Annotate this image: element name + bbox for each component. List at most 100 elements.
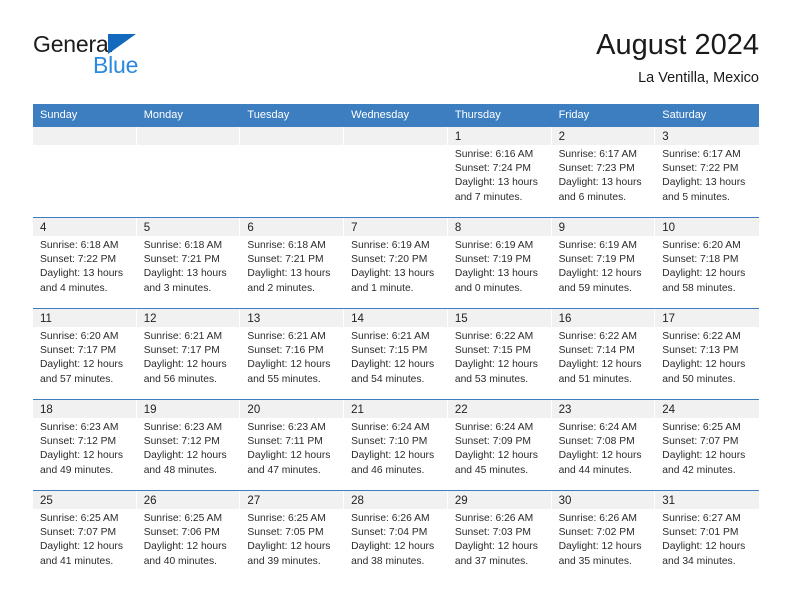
day-cell[interactable]: 3 Sunrise: 6:17 AM Sunset: 7:22 PM Daylight… <box>655 127 759 217</box>
sunrise-text: Sunrise: 6:21 AM <box>143 331 223 342</box>
daylight-text: Daylight: 12 hours and 34 minutes. <box>662 541 746 567</box>
page-title: August 2024 <box>596 29 759 61</box>
daylight-text: Daylight: 12 hours and 51 minutes. <box>558 359 642 385</box>
sunrise-text: Sunrise: 6:23 AM <box>40 422 119 433</box>
sunrise-text: Sunrise: 6:24 AM <box>558 422 637 433</box>
day-cell[interactable]: 6 Sunrise: 6:18 AM Sunset: 7:21 PM Daylight… <box>240 218 345 308</box>
day-cell[interactable]: 19 Sunrise: 6:23 AM Sunset: 7:12 PM Dayligh… <box>136 400 241 490</box>
sunset-text: Sunset: 7:11 PM <box>247 436 323 448</box>
day-details: Sunrise: 6:26 AM Sunset: 7:04 PM Daylight:… <box>344 509 447 569</box>
day-cell[interactable]: 17 Sunrise: 6:22 AM Sunset: 7:13 PM Dayligh… <box>655 309 759 399</box>
daylight-text: Daylight: 12 hours and 37 minutes. <box>454 541 538 567</box>
page-subtitle: La Ventilla, Mexico <box>638 70 759 86</box>
day-number-band: 8 <box>447 218 551 236</box>
day-number: 14 <box>351 313 364 325</box>
sunset-text: Sunset: 7:20 PM <box>351 254 428 266</box>
brand-logo[interactable]: General Blue <box>33 28 243 90</box>
sunrise-text: Sunrise: 6:25 AM <box>40 513 119 524</box>
day-cell[interactable]: 25 Sunrise: 6:25 AM Sunset: 7:07 PM Dayligh… <box>33 491 137 581</box>
sunrise-text: Sunrise: 6:22 AM <box>558 331 637 342</box>
day-details: Sunrise: 6:25 AM Sunset: 7:06 PM Daylight:… <box>137 509 240 569</box>
day-cell[interactable]: 27 Sunrise: 6:25 AM Sunset: 7:05 PM Dayligh… <box>240 491 345 581</box>
sunset-text: Sunset: 7:19 PM <box>454 254 531 266</box>
day-details: Sunrise: 6:20 AM Sunset: 7:17 PM Daylight:… <box>33 327 136 387</box>
day-cell[interactable]: 30 Sunrise: 6:26 AM Sunset: 7:02 PM Dayligh… <box>551 491 656 581</box>
calendar-page: General Blue August 2024 La Ventilla, Me… <box>0 0 792 612</box>
sunrise-text: Sunrise: 6:18 AM <box>143 240 223 251</box>
brand-name-blue: Blue <box>93 52 139 78</box>
day-details: Sunrise: 6:24 AM Sunset: 7:09 PM Daylight:… <box>448 418 551 478</box>
day-cell[interactable]: 13 Sunrise: 6:21 AM Sunset: 7:16 PM Dayligh… <box>240 309 345 399</box>
day-number: 6 <box>247 222 254 234</box>
calendar-week-row: 1 Sunrise: 6:16 AM Sunset: 7:24 PM Daylight… <box>33 126 759 217</box>
sunset-text: Sunset: 7:19 PM <box>558 254 635 266</box>
day-cell[interactable]: 1 Sunrise: 6:16 AM Sunset: 7:24 PM Daylight… <box>447 127 552 217</box>
day-number: 28 <box>351 495 364 507</box>
day-number-band: 10 <box>655 218 759 236</box>
day-cell[interactable]: 4 Sunrise: 6:18 AM Sunset: 7:22 PM Daylight… <box>33 218 137 308</box>
daylight-text: Daylight: 13 hours and 5 minutes. <box>662 177 746 203</box>
day-cell[interactable]: 12 Sunrise: 6:21 AM Sunset: 7:17 PM Dayligh… <box>136 309 241 399</box>
sunset-text: Sunset: 7:16 PM <box>247 345 324 357</box>
weekday-header-thursday: Thursday <box>454 109 501 121</box>
sunrise-text: Sunrise: 6:27 AM <box>662 513 741 524</box>
sunset-text: Sunset: 7:17 PM <box>143 345 220 357</box>
day-cell[interactable]: 5 Sunrise: 6:18 AM Sunset: 7:21 PM Daylight… <box>136 218 241 308</box>
day-cell[interactable]: 14 Sunrise: 6:21 AM Sunset: 7:15 PM Dayligh… <box>344 309 448 399</box>
sunset-text: Sunset: 7:18 PM <box>662 254 739 266</box>
weekday-header-saturday: Saturday <box>662 109 707 121</box>
sunset-text: Sunset: 7:21 PM <box>247 254 324 266</box>
day-number: 5 <box>143 222 151 234</box>
day-details: Sunrise: 6:23 AM Sunset: 7:12 PM Daylight:… <box>137 418 240 478</box>
day-cell[interactable]: 26 Sunrise: 6:25 AM Sunset: 7:06 PM Dayligh… <box>136 491 241 581</box>
day-number-band: 29 <box>447 491 551 509</box>
sunrise-text: Sunrise: 6:17 AM <box>662 149 741 160</box>
day-number-band: 5 <box>136 218 240 236</box>
day-cell[interactable]: 20 Sunrise: 6:23 AM Sunset: 7:11 PM Dayligh… <box>240 400 345 490</box>
day-cell[interactable]: 31 Sunrise: 6:27 AM Sunset: 7:01 PM Dayligh… <box>655 491 759 581</box>
sunrise-text: Sunrise: 6:18 AM <box>40 240 119 251</box>
day-cell[interactable]: 10 Sunrise: 6:20 AM Sunset: 7:18 PM Dayligh… <box>655 218 759 308</box>
day-cell[interactable]: 28 Sunrise: 6:26 AM Sunset: 7:04 PM Dayligh… <box>344 491 448 581</box>
day-number: 26 <box>143 495 157 507</box>
day-details: Sunrise: 6:19 AM Sunset: 7:19 PM Daylight:… <box>552 236 655 296</box>
weekday-header-friday: Friday <box>558 109 590 121</box>
day-number: 30 <box>558 495 572 507</box>
day-cell[interactable]: 22 Sunrise: 6:24 AM Sunset: 7:09 PM Dayligh… <box>447 400 552 490</box>
day-details: Sunrise: 6:16 AM Sunset: 7:24 PM Daylight:… <box>448 145 551 205</box>
day-details: Sunrise: 6:26 AM Sunset: 7:02 PM Daylight:… <box>552 509 655 569</box>
sunset-text: Sunset: 7:21 PM <box>143 254 220 266</box>
day-number: 13 <box>247 313 261 325</box>
day-details: Sunrise: 6:19 AM Sunset: 7:19 PM Daylight:… <box>448 236 551 296</box>
day-cell[interactable]: 23 Sunrise: 6:24 AM Sunset: 7:08 PM Dayligh… <box>551 400 656 490</box>
day-number: 29 <box>454 495 468 507</box>
day-details: Sunrise: 6:18 AM Sunset: 7:22 PM Daylight:… <box>33 236 136 296</box>
day-number-band: 11 <box>33 309 136 327</box>
day-cell[interactable]: 8 Sunrise: 6:19 AM Sunset: 7:19 PM Daylight… <box>447 218 552 308</box>
day-cell[interactable]: 15 Sunrise: 6:22 AM Sunset: 7:15 PM Dayligh… <box>447 309 552 399</box>
weekday-header-row: Sunday Monday Tuesday Wednesday Thursday… <box>33 104 759 126</box>
day-details: Sunrise: 6:19 AM Sunset: 7:20 PM Daylight:… <box>344 236 447 296</box>
day-number-band: 2 <box>551 127 655 145</box>
day-cell[interactable]: 29 Sunrise: 6:26 AM Sunset: 7:03 PM Dayligh… <box>447 491 552 581</box>
day-details: Sunrise: 6:23 AM Sunset: 7:11 PM Daylight:… <box>240 418 343 478</box>
day-cell[interactable]: 7 Sunrise: 6:19 AM Sunset: 7:20 PM Daylight… <box>344 218 448 308</box>
day-number: 3 <box>662 131 669 143</box>
day-cell[interactable]: 18 Sunrise: 6:23 AM Sunset: 7:12 PM Dayligh… <box>33 400 137 490</box>
daylight-text: Daylight: 12 hours and 39 minutes. <box>247 541 331 567</box>
day-cell[interactable]: 9 Sunrise: 6:19 AM Sunset: 7:19 PM Daylight… <box>551 218 656 308</box>
sunset-text: Sunset: 7:08 PM <box>558 436 635 448</box>
day-number: 16 <box>558 313 572 325</box>
daylight-text: Daylight: 13 hours and 6 minutes. <box>558 177 642 203</box>
day-cell[interactable]: 11 Sunrise: 6:20 AM Sunset: 7:17 PM Dayligh… <box>33 309 137 399</box>
day-cell[interactable]: 21 Sunrise: 6:24 AM Sunset: 7:10 PM Dayligh… <box>344 400 448 490</box>
day-cell[interactable]: 24 Sunrise: 6:25 AM Sunset: 7:07 PM Dayligh… <box>655 400 759 490</box>
calendar-weeks: 1 Sunrise: 6:16 AM Sunset: 7:24 PM Daylight… <box>33 126 759 581</box>
sunset-text: Sunset: 7:07 PM <box>662 436 739 448</box>
day-number-band: 9 <box>551 218 655 236</box>
day-cell[interactable]: 16 Sunrise: 6:22 AM Sunset: 7:14 PM Dayligh… <box>551 309 656 399</box>
day-details: Sunrise: 6:17 AM Sunset: 7:23 PM Daylight:… <box>552 145 655 205</box>
sunset-text: Sunset: 7:12 PM <box>143 436 220 448</box>
sunrise-text: Sunrise: 6:26 AM <box>351 513 430 524</box>
day-cell[interactable]: 2 Sunrise: 6:17 AM Sunset: 7:23 PM Daylight… <box>551 127 656 217</box>
